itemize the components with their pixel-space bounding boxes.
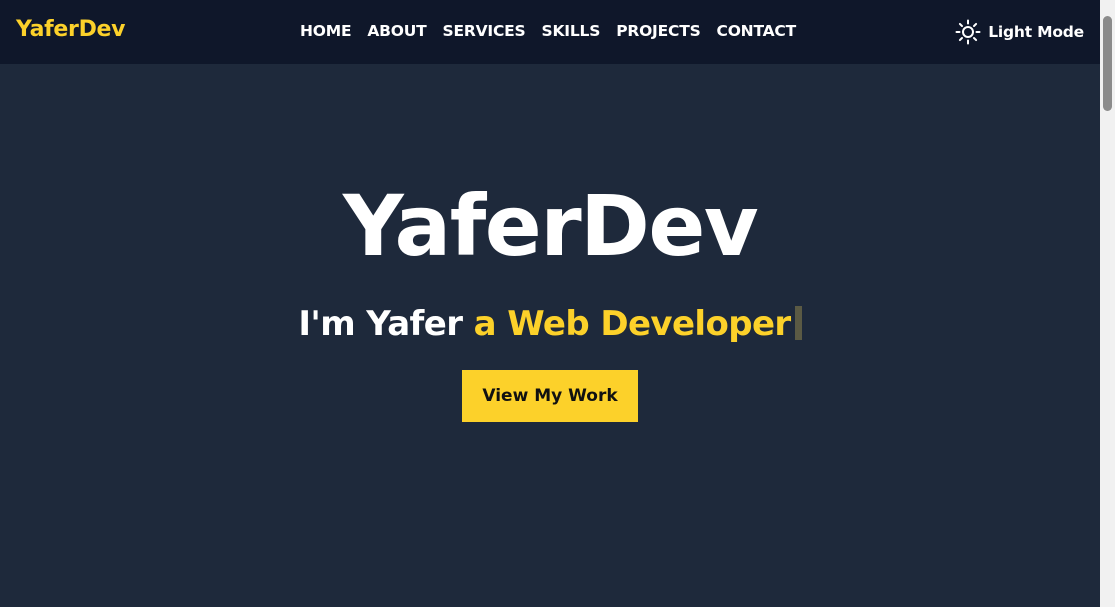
typed-text: a Web Developer: [473, 304, 792, 344]
nav-link-about[interactable]: ABOUT: [367, 22, 426, 40]
nav-link-services[interactable]: SERVICES: [443, 22, 526, 40]
nav-item-home: HOME: [300, 21, 352, 40]
nav-item-services: SERVICES: [443, 21, 526, 40]
nav-item-about: ABOUT: [367, 21, 426, 40]
navbar: YaferDev HOME ABOUT SERVICES SKILLS PROJ…: [0, 0, 1100, 64]
hero-section: YaferDev I'm Yafer a Web Developer View …: [0, 64, 1100, 607]
page: YaferDev HOME ABOUT SERVICES SKILLS PROJ…: [0, 0, 1115, 607]
hero-subtitle-prefix: I'm Yafer: [298, 304, 474, 344]
typing-cursor: [794, 306, 802, 340]
nav-link-projects[interactable]: PROJECTS: [616, 22, 701, 40]
nav-links: HOME ABOUT SERVICES SKILLS PROJECTS CONT…: [300, 21, 796, 40]
scrollbar-thumb[interactable]: [1103, 16, 1112, 111]
theme-toggle-button[interactable]: Light Mode: [955, 19, 1084, 45]
brand-logo[interactable]: YaferDev: [16, 17, 126, 42]
hero-title: YaferDev: [342, 177, 759, 275]
sun-icon: [955, 19, 981, 45]
hero-subtitle: I'm Yafer a Web Developer: [0, 304, 1100, 344]
nav-item-projects: PROJECTS: [616, 21, 701, 40]
nav-item-skills: SKILLS: [542, 21, 601, 40]
nav-item-contact: CONTACT: [717, 21, 797, 40]
view-my-work-button[interactable]: View My Work: [462, 370, 638, 422]
theme-toggle-label: Light Mode: [988, 23, 1084, 41]
scrollbar[interactable]: [1100, 0, 1115, 607]
nav-link-home[interactable]: HOME: [300, 22, 352, 40]
nav-link-skills[interactable]: SKILLS: [542, 22, 601, 40]
nav-link-contact[interactable]: CONTACT: [717, 22, 797, 40]
